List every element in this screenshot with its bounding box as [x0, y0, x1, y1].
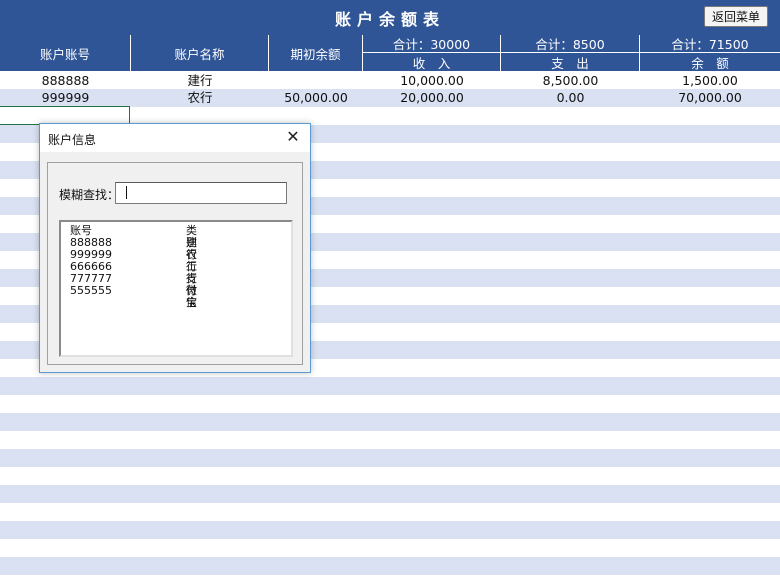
- dialog-title: 账户信息: [48, 133, 97, 147]
- col-header-balance-total: 合计：71500: [640, 35, 780, 53]
- account-info-dialog: 账户信息 ✕ 模糊查找： 账号 类别 888888 建行 999999 农行 6…: [39, 123, 311, 373]
- col-header-expense: 支 出: [501, 53, 640, 72]
- close-icon[interactable]: ✕: [284, 128, 302, 146]
- cell-opening-balance[interactable]: 50,000.00: [269, 89, 363, 107]
- table-row: 888888 建行 10,000.00 8,500.00 1,500.00: [0, 72, 780, 90]
- col-header-balance: 余 额: [640, 53, 780, 72]
- col-header-account-no: 账户账号: [0, 35, 131, 72]
- col-header-income: 收 入: [363, 53, 501, 72]
- cell-account-name[interactable]: 农行: [131, 89, 269, 107]
- cell-balance[interactable]: 1,500.00: [640, 72, 780, 90]
- col-header-expense-total: 合计：8500: [501, 35, 640, 53]
- cell-account-no[interactable]: 999999: [0, 89, 131, 107]
- dialog-title-bar[interactable]: 账户信息 ✕: [40, 124, 310, 152]
- search-label: 模糊查找：: [59, 188, 120, 202]
- cell-opening-balance[interactable]: [269, 72, 363, 90]
- title-bar: 账户余额表 返回菜单: [0, 0, 780, 35]
- cell-balance[interactable]: 70,000.00: [640, 89, 780, 107]
- col-header-opening-balance: 期初余额: [269, 35, 363, 72]
- text-caret: [126, 186, 127, 199]
- col-header-account-name: 账户名称: [131, 35, 269, 72]
- cell-income[interactable]: 20,000.00: [363, 89, 501, 107]
- account-listbox[interactable]: 账号 类别 888888 建行 999999 农行 666666 工行 7777…: [59, 220, 293, 357]
- fuzzy-search-input[interactable]: [115, 182, 287, 204]
- cell-income[interactable]: 10,000.00: [363, 72, 501, 90]
- cell-expense[interactable]: 8,500.00: [501, 72, 640, 90]
- list-item-account-no: 555555: [70, 284, 112, 297]
- cell-account-name[interactable]: 建行: [131, 72, 269, 90]
- table-row: 999999 农行 50,000.00 20,000.00 0.00 70,00…: [0, 89, 780, 107]
- col-header-income-total: 合计：30000: [363, 35, 501, 53]
- cell-expense[interactable]: 0.00: [501, 89, 640, 107]
- page-title: 账户余额表: [334, 10, 445, 29]
- cell-account-no[interactable]: 888888: [0, 72, 131, 90]
- list-item[interactable]: 555555 微信: [70, 284, 197, 309]
- back-to-menu-button[interactable]: 返回菜单: [704, 6, 768, 27]
- list-item-category: 微信: [186, 284, 197, 309]
